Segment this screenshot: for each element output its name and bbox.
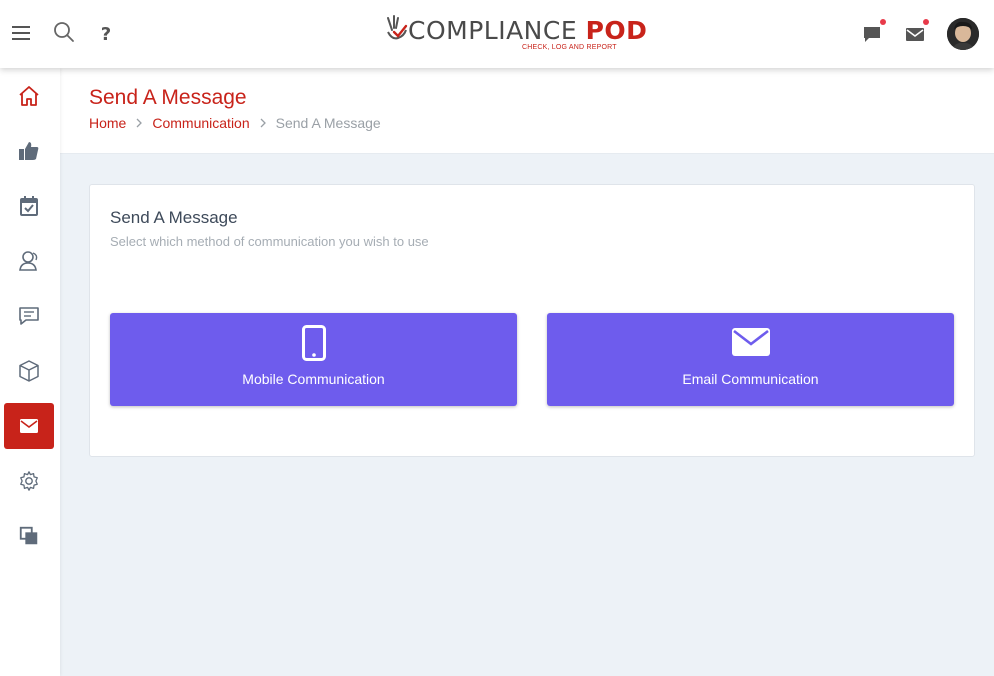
breadcrumb-communication[interactable]: Communication [152, 115, 249, 131]
sidebar-item-home[interactable] [4, 73, 54, 119]
page-title: Send A Message [89, 86, 247, 109]
sidebar-item-packages[interactable] [4, 348, 54, 394]
envelope-icon [547, 328, 954, 364]
box-icon [19, 360, 39, 382]
sidebar-item-documents[interactable] [4, 513, 54, 559]
breadcrumb: Home Communication Send A Message [89, 115, 381, 131]
mobile-communication-label: Mobile Communication [242, 371, 385, 387]
logo: COMPLIANCE POD CHECK, LOG AND REPORT [384, 12, 647, 56]
sidebar-item-calendar[interactable] [4, 183, 54, 229]
chat-notification-dot [880, 19, 886, 25]
logo-text-right: POD [585, 16, 648, 45]
sidebar-item-send-message[interactable] [4, 403, 54, 449]
chevron-right-icon [259, 115, 267, 131]
message-icon [19, 307, 39, 325]
page-header: Send A Message Home Communication Send A… [60, 68, 994, 154]
top-bar: ? COMPLIANCE POD CHECK, LOG AND REPORT [0, 0, 994, 68]
chat-icon[interactable] [859, 19, 886, 47]
logo-tagline: CHECK, LOG AND REPORT [522, 44, 617, 51]
logo-text: COMPLIANCE POD [408, 16, 647, 45]
mail-icon [20, 419, 38, 433]
card-subtitle: Select which method of communication you… [110, 234, 429, 249]
calendar-check-icon [20, 196, 38, 216]
mail-notification-dot [923, 19, 929, 25]
avatar[interactable] [947, 18, 979, 50]
send-message-card: Send A Message Select which method of co… [89, 184, 975, 457]
search-icon[interactable] [51, 19, 77, 45]
chevron-right-icon [135, 115, 143, 131]
email-communication-button[interactable]: Email Communication [547, 313, 954, 406]
sidebar-item-settings[interactable] [4, 458, 54, 504]
mobile-communication-button[interactable]: Mobile Communication [110, 313, 517, 406]
mobile-phone-icon [110, 325, 517, 361]
sidebar-item-messages[interactable] [4, 293, 54, 339]
gear-icon [20, 471, 38, 491]
breadcrumb-home[interactable]: Home [89, 115, 126, 131]
hamburger-menu-icon[interactable] [8, 20, 34, 46]
home-icon [19, 86, 39, 106]
sidebar-item-compliance[interactable] [4, 128, 54, 174]
card-title: Send A Message [110, 208, 238, 227]
logo-text-left: COMPLIANCE [408, 16, 586, 45]
sidebar-item-users[interactable] [4, 238, 54, 284]
copy-icon [19, 526, 38, 545]
breadcrumb-current: Send A Message [275, 115, 381, 131]
sidebar [0, 68, 60, 676]
users-icon [19, 251, 38, 271]
mail-icon[interactable] [902, 19, 929, 47]
thumbs-up-icon [19, 142, 39, 160]
help-button[interactable]: ? [93, 21, 119, 47]
email-communication-label: Email Communication [682, 371, 819, 387]
